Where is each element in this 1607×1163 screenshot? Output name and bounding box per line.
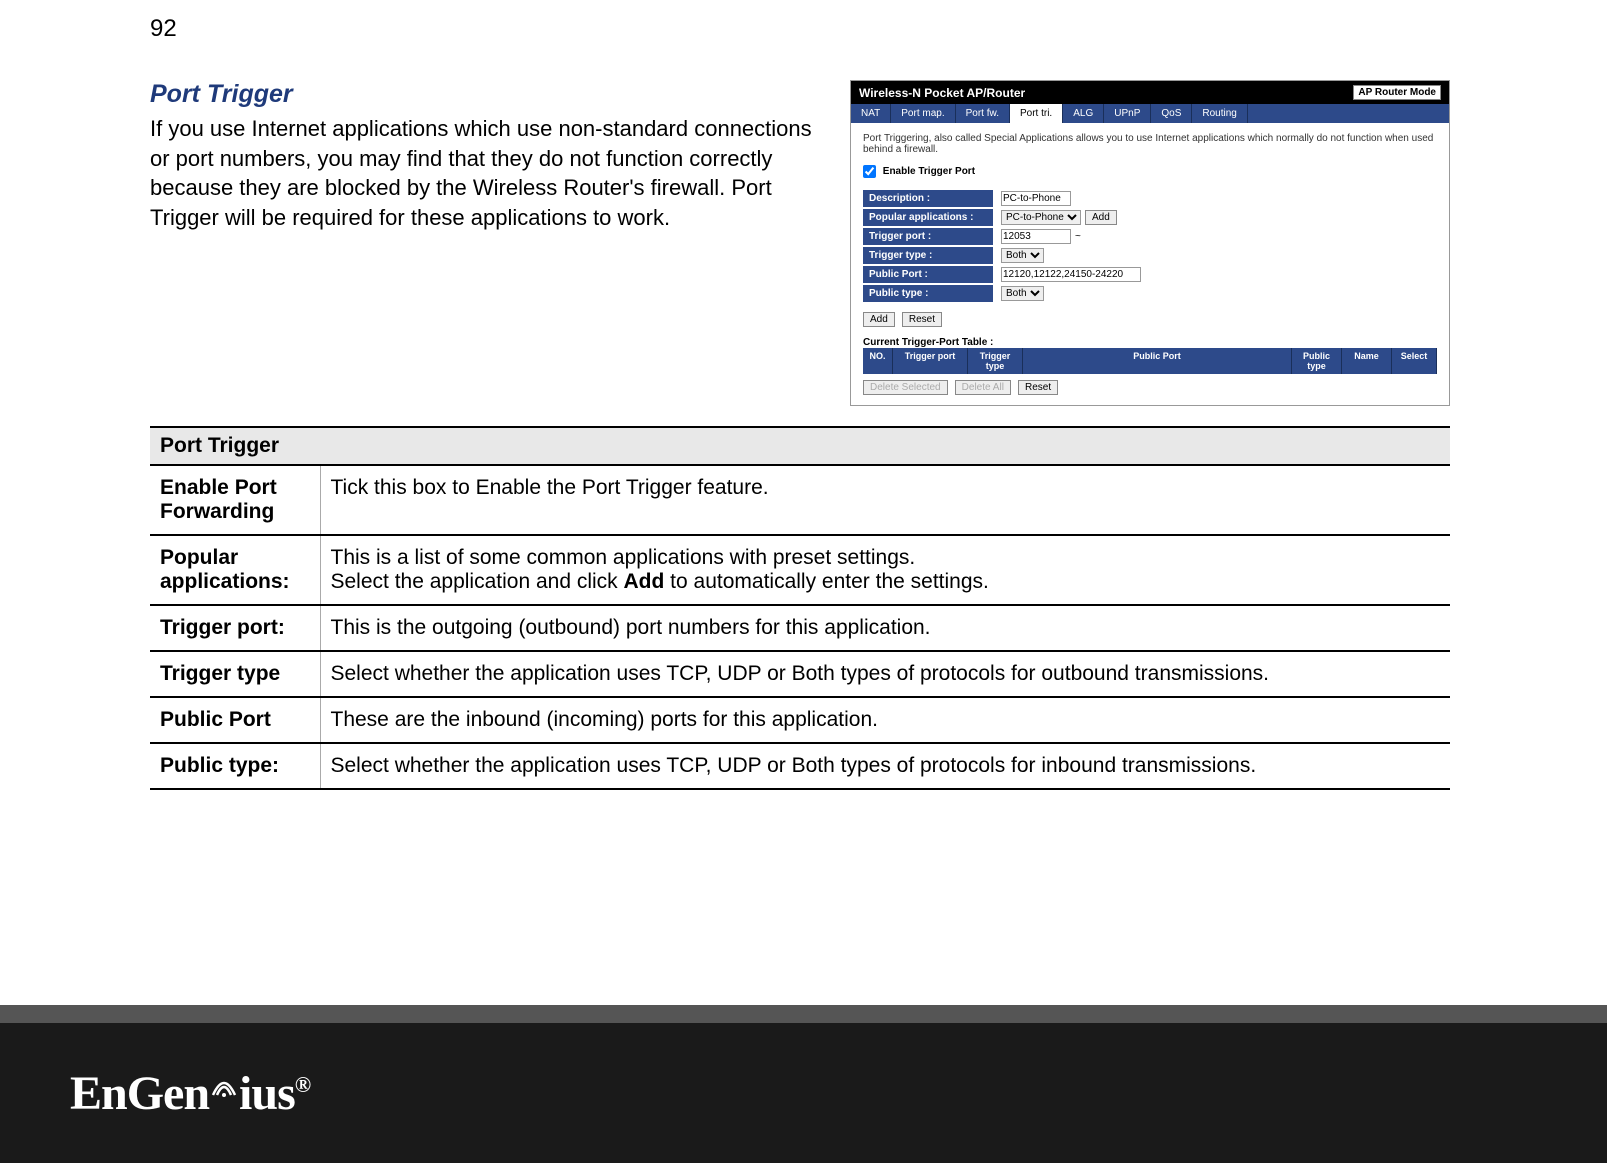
- th-name: Name: [1342, 348, 1392, 374]
- tab-porttri[interactable]: Port tri.: [1010, 104, 1063, 123]
- description-label: Description :: [863, 190, 993, 207]
- tab-portmap[interactable]: Port map.: [891, 104, 955, 123]
- table-row: Public Port These are the inbound (incom…: [150, 697, 1450, 743]
- row-val: Tick this box to Enable the Port Trigger…: [320, 465, 1450, 535]
- footer-divider: [0, 1005, 1607, 1023]
- router-intro: Port Triggering, also called Special App…: [863, 133, 1437, 155]
- enable-trigger-checkbox[interactable]: [863, 165, 876, 178]
- trigger-port-label: Trigger port :: [863, 228, 993, 245]
- delete-all-button[interactable]: Delete All: [955, 380, 1011, 395]
- th-no: NO.: [863, 348, 893, 374]
- page-number: 92: [150, 15, 177, 43]
- wifi-icon: [209, 1056, 239, 1111]
- desc-table-header: Port Trigger: [150, 427, 1450, 465]
- add-button[interactable]: Add: [863, 312, 895, 327]
- tab-qos[interactable]: QoS: [1151, 104, 1192, 123]
- router-screenshot: Wireless-N Pocket AP/Router AP Router Mo…: [850, 80, 1450, 406]
- tab-alg[interactable]: ALG: [1063, 104, 1104, 123]
- content-area: Port Trigger If you use Internet applica…: [150, 80, 1450, 790]
- row-key: Trigger type: [150, 651, 320, 697]
- brand-logo: EnGen ius®: [70, 1066, 310, 1121]
- public-type-select[interactable]: Both: [1001, 286, 1044, 301]
- router-tabs: NAT Port map. Port fw. Port tri. ALG UPn…: [851, 104, 1449, 123]
- reset-button[interactable]: Reset: [902, 312, 942, 327]
- th-trigger-type: Trigger type: [968, 348, 1023, 374]
- delete-selected-button[interactable]: Delete Selected: [863, 380, 948, 395]
- row-key: Enable Port Forwarding: [150, 465, 320, 535]
- row-key: Trigger port:: [150, 605, 320, 651]
- popular-label: Popular applications :: [863, 209, 993, 226]
- row-val: Select whether the application uses TCP,…: [320, 743, 1450, 789]
- enable-trigger-row: Enable Trigger Port: [863, 165, 1437, 178]
- enable-trigger-label: Enable Trigger Port: [883, 166, 975, 177]
- section-body: If you use Internet applications which u…: [150, 114, 820, 233]
- table-row: Trigger type Select whether the applicat…: [150, 651, 1450, 697]
- tab-portfw[interactable]: Port fw.: [956, 104, 1010, 123]
- trigger-type-label: Trigger type :: [863, 247, 993, 264]
- row-key: Popular applications:: [150, 535, 320, 605]
- public-port-label: Public Port :: [863, 266, 993, 283]
- row-key: Public Port: [150, 697, 320, 743]
- table-row: Trigger port: This is the outgoing (outb…: [150, 605, 1450, 651]
- trigger-table-header: NO. Trigger port Trigger type Public Por…: [863, 348, 1437, 374]
- trigger-table-title: Current Trigger-Port Table :: [863, 337, 1437, 348]
- row-val: These are the inbound (incoming) ports f…: [320, 697, 1450, 743]
- table-row: Enable Port Forwarding Tick this box to …: [150, 465, 1450, 535]
- brand-text-ius: ius: [239, 1067, 295, 1120]
- row-val: This is a list of some common applicatio…: [320, 535, 1450, 605]
- intro-column: Port Trigger If you use Internet applica…: [150, 80, 820, 406]
- section-title: Port Trigger: [150, 80, 820, 109]
- brand-reg: ®: [295, 1072, 310, 1097]
- table-row: Public type: Select whether the applicat…: [150, 743, 1450, 789]
- public-port-input[interactable]: [1001, 267, 1141, 282]
- public-type-label: Public type :: [863, 285, 993, 302]
- trigger-type-select[interactable]: Both: [1001, 248, 1044, 263]
- reset-table-button[interactable]: Reset: [1018, 380, 1058, 395]
- brand-text-en: EnGen: [70, 1067, 209, 1120]
- router-mode-select[interactable]: AP Router Mode: [1353, 85, 1441, 100]
- footer: EnGen ius®: [0, 1023, 1607, 1163]
- row-key: Public type:: [150, 743, 320, 789]
- table-row: Popular applications: This is a list of …: [150, 535, 1450, 605]
- tab-upnp[interactable]: UPnP: [1104, 104, 1151, 123]
- tab-routing[interactable]: Routing: [1192, 104, 1247, 123]
- router-header: Wireless-N Pocket AP/Router AP Router Mo…: [851, 81, 1449, 104]
- th-select: Select: [1392, 348, 1437, 374]
- tab-nat[interactable]: NAT: [851, 104, 891, 123]
- description-input[interactable]: [1001, 191, 1071, 206]
- row-val: This is the outgoing (outbound) port num…: [320, 605, 1450, 651]
- th-public-port: Public Port: [1023, 348, 1292, 374]
- popular-add-button[interactable]: Add: [1085, 210, 1117, 225]
- th-trigger-port: Trigger port: [893, 348, 968, 374]
- trigger-port-input[interactable]: [1001, 229, 1071, 244]
- popular-select[interactable]: PC-to-Phone: [1001, 210, 1081, 225]
- router-title: Wireless-N Pocket AP/Router: [859, 86, 1025, 100]
- description-table: Port Trigger Enable Port Forwarding Tick…: [150, 426, 1450, 790]
- tilde: ~: [1075, 231, 1081, 242]
- row-val: Select whether the application uses TCP,…: [320, 651, 1450, 697]
- th-public-type: Public type: [1292, 348, 1342, 374]
